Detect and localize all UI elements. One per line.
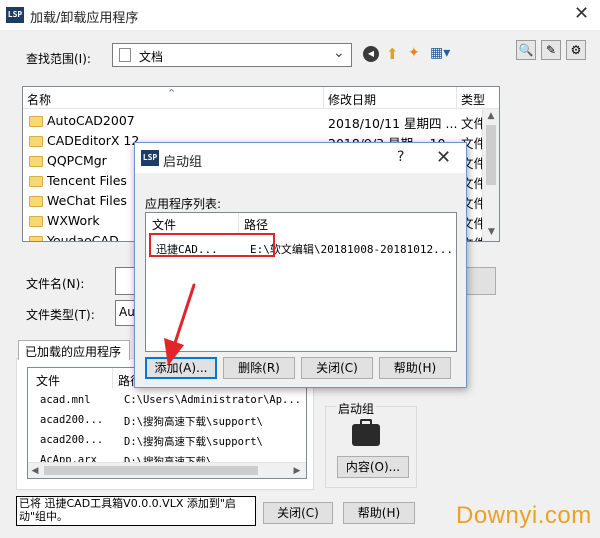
file-date: 2018/10/11 星期四 ... bbox=[328, 116, 458, 131]
loaded-path: D:\搜狗高速下载\support\ bbox=[124, 416, 263, 428]
app-icon: LSP bbox=[6, 7, 24, 23]
briefcase-icon bbox=[352, 419, 380, 446]
loaded-path: D:\搜狗高速下载\support\ bbox=[124, 436, 263, 448]
loaded-file[interactable]: acad.mnl bbox=[40, 394, 91, 406]
file-name: AutoCAD2007 bbox=[47, 113, 135, 128]
scroll-up-icon[interactable]: ▲ bbox=[483, 109, 499, 123]
loaded-file[interactable]: acad200... bbox=[40, 434, 103, 446]
scroll-thumb[interactable] bbox=[44, 466, 258, 475]
startup-path: E:\软文编辑\20181008-20181012... bbox=[250, 243, 453, 256]
sort-ascending-icon: ⌃ bbox=[167, 87, 177, 100]
column-divider bbox=[323, 87, 324, 109]
file-list-header bbox=[23, 87, 499, 109]
filetype-label: 文件类型(T): bbox=[26, 308, 95, 322]
file-name: QQPCMgr bbox=[47, 153, 107, 168]
up-folder-icon[interactable]: ⬆ bbox=[386, 45, 399, 63]
folder-icon bbox=[29, 236, 43, 241]
folder-icon bbox=[29, 176, 43, 187]
help-icon[interactable]: ? bbox=[397, 149, 404, 165]
views-icon[interactable]: ▦▾ bbox=[430, 45, 450, 61]
column-modified[interactable]: 修改日期 bbox=[328, 91, 376, 108]
status-message: 已将 迅捷CAD工具箱V0.0.0.VLX 添加到"启 动"组中。 bbox=[16, 496, 256, 526]
column-type[interactable]: 类型 bbox=[461, 91, 485, 108]
column-file[interactable]: 文件 bbox=[152, 216, 176, 233]
dialog-close-icon[interactable]: ✕ bbox=[436, 149, 451, 167]
lookin-label: 查找范围(I): bbox=[26, 52, 91, 66]
file-name: Tencent Files bbox=[47, 173, 127, 188]
status-line: 已将 迅捷CAD工具箱V0.0.0.VLX 添加到"启 bbox=[19, 497, 236, 510]
options-icon[interactable]: ⚙ bbox=[566, 40, 586, 60]
folder-icon bbox=[29, 116, 43, 127]
tab-loaded-apps[interactable]: 已加载的应用程序 bbox=[18, 340, 130, 360]
startup-group-label: 启动组 bbox=[336, 400, 377, 417]
document-icon bbox=[119, 48, 131, 62]
close-button[interactable]: 关闭(C) bbox=[263, 502, 333, 524]
lookin-value: 文档 bbox=[139, 50, 164, 64]
list-item[interactable]: AutoCAD2007 2018/10/11 星期四 ... 文件 bbox=[29, 111, 486, 131]
column-file[interactable]: 文件 bbox=[36, 372, 60, 389]
file-name: CADEditorX 12 bbox=[47, 133, 140, 148]
dialog-app-icon: LSP bbox=[141, 150, 159, 166]
window-close-icon[interactable]: ✕ bbox=[574, 5, 589, 23]
lookin-combo[interactable]: 文档 ⌄ bbox=[112, 43, 352, 67]
file-list-vscroll[interactable]: ▲ ▼ bbox=[482, 109, 499, 241]
app-list-label: 应用程序列表: bbox=[145, 197, 222, 211]
back-icon[interactable]: ◀ bbox=[363, 46, 379, 62]
dialog-title: 启动组 bbox=[163, 155, 203, 170]
loaded-apps-hscroll[interactable]: ◀ ▶ bbox=[28, 462, 306, 478]
folder-icon bbox=[29, 156, 43, 167]
load-button[interactable] bbox=[462, 267, 496, 295]
help-button[interactable]: 帮助(H) bbox=[343, 502, 415, 524]
column-divider bbox=[112, 368, 113, 388]
highlight-box bbox=[149, 233, 275, 257]
folder-icon bbox=[29, 216, 43, 227]
dialog-close-button[interactable]: 关闭(C) bbox=[301, 357, 373, 379]
loaded-path: C:\Users\Administrator\Ap... bbox=[124, 394, 302, 406]
file-name: WeChat Files bbox=[47, 193, 127, 208]
scroll-right-icon[interactable]: ▶ bbox=[290, 464, 304, 478]
tools-icon[interactable]: ✎ bbox=[541, 40, 561, 60]
column-name[interactable]: 名称 bbox=[27, 91, 51, 108]
folder-icon bbox=[29, 136, 43, 147]
status-line: 动"组中。 bbox=[19, 510, 69, 523]
file-name: WXWork bbox=[47, 213, 100, 228]
contents-button[interactable]: 内容(O)... bbox=[337, 456, 409, 478]
scroll-thumb[interactable] bbox=[486, 125, 496, 185]
column-divider bbox=[456, 87, 457, 109]
chevron-down-icon: ⌄ bbox=[333, 45, 345, 61]
filetype-value: Au bbox=[119, 305, 135, 319]
scroll-down-icon[interactable]: ▼ bbox=[483, 225, 499, 239]
find-icon[interactable]: 🔍 bbox=[516, 40, 536, 60]
remove-button[interactable]: 删除(R) bbox=[223, 357, 295, 379]
file-name: YoudaoCAD bbox=[47, 233, 119, 242]
annotation-arrow-icon bbox=[164, 283, 196, 366]
window-title: 加载/卸载应用程序 bbox=[30, 11, 139, 26]
dialog-help-button[interactable]: 帮助(H) bbox=[379, 357, 451, 379]
column-path[interactable]: 路径 bbox=[244, 216, 268, 233]
watermark-logo: Downyi.com bbox=[456, 502, 592, 529]
folder-icon bbox=[29, 196, 43, 207]
scroll-left-icon[interactable]: ◀ bbox=[28, 464, 42, 478]
column-divider bbox=[238, 213, 239, 233]
loaded-file[interactable]: acad200... bbox=[40, 414, 103, 426]
new-folder-icon[interactable]: ✦ bbox=[408, 45, 420, 61]
filename-label: 文件名(N): bbox=[26, 277, 85, 291]
